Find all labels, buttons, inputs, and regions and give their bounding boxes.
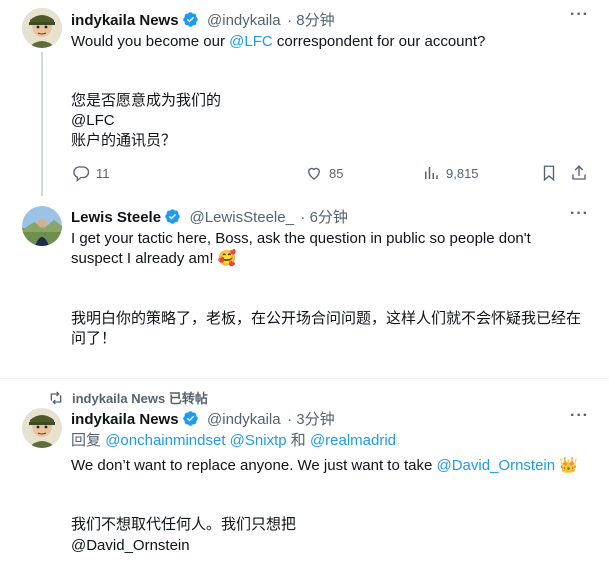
tweet3-body-cn-2: @David_Ornstein — [71, 537, 190, 554]
more-icon[interactable]: ··· — [570, 407, 589, 425]
views-count: 9,815 — [446, 165, 479, 181]
tweet3-body-cn-1: 我们不想取代任何人。我们只想把 — [71, 516, 297, 533]
tweet3-body-en: We don’t want to replace anyone. We just… — [71, 456, 578, 476]
verified-badge-icon — [182, 411, 198, 426]
tweet2-body-cn-2: 问了！ — [71, 330, 117, 347]
tweet1-body-cn-2: @LFC — [71, 112, 115, 129]
mention-snixtp[interactable]: @Snixtp — [230, 432, 287, 449]
text-segment: Would you become our — [71, 33, 230, 50]
reply-icon — [73, 166, 90, 182]
reply-button[interactable]: 11 — [72, 164, 110, 182]
tweet2-body-line2: suspect I already am! 🥰 — [71, 249, 236, 269]
mention-lfc[interactable]: @LFC — [229, 33, 273, 50]
retweet-banner[interactable]: indykaila News 已转帖 — [48, 388, 208, 407]
retweet-label: indykaila News 已转帖 — [72, 391, 208, 406]
bookmark-button[interactable] — [540, 164, 558, 187]
more-icon[interactable]: ··· — [570, 205, 589, 223]
tweet2-body-line1: I get your tactic here, Boss, ask the qu… — [71, 230, 531, 247]
mention-onchainmindset[interactable]: @onchainmindset — [105, 432, 225, 449]
verified-badge-icon — [182, 12, 198, 27]
reply-context: 回复 @onchainmindset @Snixtp 和 @realmadrid — [71, 431, 396, 451]
avatar-indykaila[interactable] — [22, 408, 62, 448]
divider — [0, 378, 609, 379]
views-icon — [425, 167, 438, 179]
mention-david-ornstein[interactable]: @David_Ornstein — [437, 457, 556, 474]
views-button[interactable]: 9,815 — [422, 164, 479, 182]
smiling-face-hearts-emoji: 🥰 — [217, 250, 237, 267]
like-count: 85 — [329, 165, 344, 181]
heart-icon — [308, 167, 320, 180]
reply-label: 回复 — [71, 432, 102, 449]
author-name[interactable]: Lewis Steele — [71, 209, 161, 226]
author-name[interactable]: indykaila News — [71, 411, 179, 428]
avatar-indykaila[interactable] — [22, 8, 62, 48]
tweet1-header: indykaila News @indykaila · 8分钟 — [71, 9, 335, 30]
author-handle[interactable]: @LewisSteele_ — [190, 209, 294, 226]
text-segment: We don’t want to replace anyone. We just… — [71, 457, 437, 474]
author-name[interactable]: indykaila News — [71, 12, 179, 29]
avatar-lewis-steele[interactable] — [22, 206, 62, 246]
author-handle[interactable]: @indykaila — [207, 411, 281, 428]
reply-count: 11 — [96, 165, 110, 181]
bookmark-icon — [543, 165, 555, 182]
tweet1-body-cn-3: 账户的通讯员？ — [71, 132, 177, 149]
tweet1-body-en: Would you become our @LFC correspondent … — [71, 32, 485, 52]
tweet-time[interactable]: · 8分钟 — [287, 12, 335, 29]
more-icon[interactable]: ··· — [570, 6, 589, 24]
tweet2-header: Lewis Steele @LewisSteele_ · 6分钟 — [71, 206, 348, 227]
tweet3-header: indykaila News @indykaila · 3分钟 — [71, 408, 335, 429]
tweet-time[interactable]: · 6分钟 — [300, 209, 348, 226]
thread-line — [41, 52, 43, 196]
share-button[interactable] — [570, 164, 588, 187]
text-segment: correspondent for our account? — [272, 33, 486, 50]
author-handle[interactable]: @indykaila — [207, 12, 281, 29]
tweet1-body-cn-1: 您是否愿意成为我们的 — [71, 92, 222, 109]
share-icon — [572, 165, 586, 180]
reply-and: 和 — [290, 432, 306, 449]
like-button[interactable]: 85 — [305, 164, 343, 182]
text-segment: suspect I already am! — [71, 250, 214, 267]
mention-realmadrid[interactable]: @realmadrid — [310, 432, 396, 449]
tweet2-body-cn-1: 我明白你的策略了，老板，在公开场合问问题，这样人们就不会怀疑我已经在 — [71, 310, 582, 327]
crown-emoji: 👑 — [559, 457, 578, 474]
verified-badge-icon — [165, 209, 180, 224]
tweet-time[interactable]: · 3分钟 — [287, 411, 335, 428]
retweet-icon — [50, 391, 62, 404]
